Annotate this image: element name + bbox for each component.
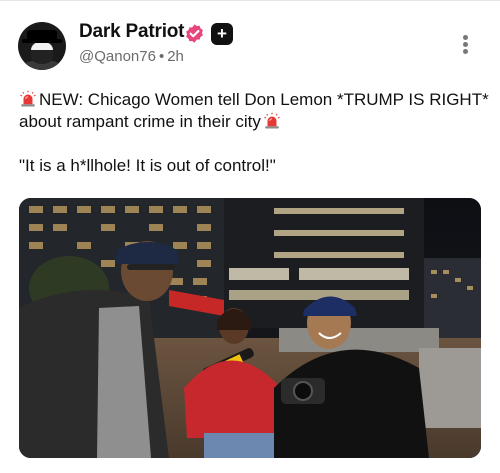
video-frame <box>19 198 481 458</box>
author-meta: @Qanon76 • 2h <box>79 48 184 65</box>
avatar[interactable] <box>18 22 66 70</box>
siren-icon <box>20 90 36 107</box>
post-line-1-text: NEW: Chicago Women tell Don Lemon *TRUMP… <box>19 90 489 131</box>
post-card: Dark Patriot + @Qanon76 • 2h NEW: Chicago … <box>0 0 500 473</box>
post-line-1: NEW: Chicago Women tell Don Lemon *TRUMP… <box>19 89 489 133</box>
post-time[interactable]: 2h <box>167 48 184 65</box>
author-handle[interactable]: @Qanon76 <box>79 48 156 65</box>
author-name[interactable]: Dark Patriot <box>79 21 185 43</box>
siren-icon <box>264 112 280 129</box>
verified-badge-icon <box>186 24 203 43</box>
plus-badge-icon: + <box>211 23 233 45</box>
video-thumbnail[interactable] <box>19 198 481 458</box>
post-line-2: "It is a h*llhole! It is out of control!… <box>19 156 276 175</box>
separator: • <box>158 48 165 65</box>
post-text: NEW: Chicago Women tell Don Lemon *TRUMP… <box>19 89 489 199</box>
more-options-icon[interactable] <box>460 35 470 57</box>
